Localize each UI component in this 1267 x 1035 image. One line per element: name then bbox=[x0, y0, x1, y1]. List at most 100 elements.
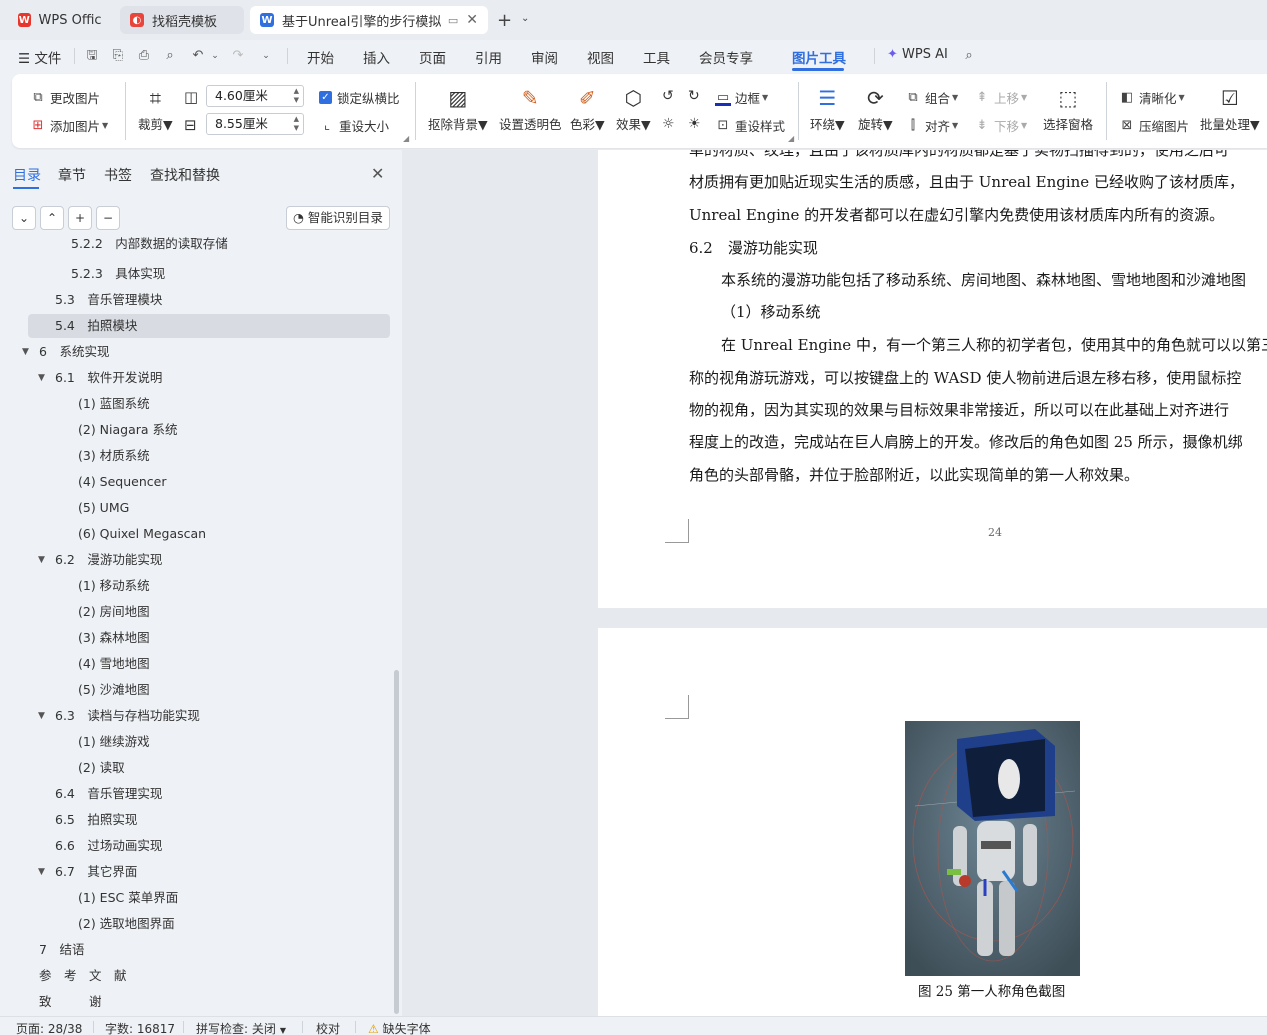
expand-triangle-icon[interactable]: ▼ bbox=[38, 860, 45, 884]
toc-item[interactable]: (2) 选取地图界面 bbox=[78, 912, 175, 936]
toc-item[interactable]: ▼ 6.3 读档与存档功能实现 bbox=[38, 704, 200, 728]
toc-item-selected[interactable]: 5.4 拍照模块 bbox=[55, 314, 137, 338]
toc-item[interactable]: (2) 房间地图 bbox=[78, 600, 150, 624]
remove-heading-button[interactable]: − bbox=[96, 206, 120, 230]
close-icon[interactable]: ✕ bbox=[371, 164, 384, 183]
nav-tab-sections[interactable]: 章节 bbox=[58, 165, 86, 185]
change-image-button[interactable]: ⧉ 更改图片 bbox=[30, 88, 100, 107]
rotate-left-icon[interactable]: ↺ bbox=[662, 88, 674, 104]
toc-item[interactable]: (2) 读取 bbox=[78, 756, 125, 780]
toc-item[interactable]: ▼ 6.2 漫游功能实现 bbox=[38, 548, 162, 572]
expand-triangle-icon[interactable]: ▼ bbox=[38, 548, 45, 572]
toc-item[interactable]: (1) 移动系统 bbox=[78, 574, 150, 598]
width-input[interactable]: 4.60厘米 ▲ ▼ bbox=[206, 85, 304, 107]
menu-tools[interactable]: 工具 bbox=[643, 47, 670, 67]
dialog-launcher-icon[interactable]: ◢ bbox=[788, 134, 794, 143]
wps-ai-button[interactable]: ✦ WPS AI bbox=[887, 47, 948, 62]
remove-background-button[interactable]: ▨ 抠除背景▼ bbox=[428, 86, 488, 133]
toc-item[interactable]: (1) ESC 菜单界面 bbox=[78, 886, 178, 910]
tab-docer[interactable]: ◐ 找稻壳模板 bbox=[120, 6, 244, 34]
toc-item[interactable]: (4) Sequencer bbox=[78, 470, 166, 494]
menu-insert[interactable]: 插入 bbox=[363, 47, 390, 67]
wrap-button[interactable]: ☰ 环绕▼ bbox=[810, 86, 845, 133]
compress-image-button[interactable]: ⊠ 压缩图片 bbox=[1119, 116, 1189, 135]
file-menu[interactable]: ☰ 文件 bbox=[18, 47, 61, 67]
toc-item[interactable]: 6.4 音乐管理实现 bbox=[55, 782, 162, 806]
set-transparent-button[interactable]: ✎ 设置透明色 bbox=[499, 86, 562, 133]
toc-item[interactable]: (4) 雪地地图 bbox=[78, 652, 150, 676]
menu-member[interactable]: 会员专享 bbox=[699, 47, 753, 67]
toc-item[interactable]: ▼ 6 系统实现 bbox=[22, 340, 109, 364]
spell-check-toggle[interactable]: 拼写检查: 关闭 ▼ bbox=[196, 1020, 286, 1035]
nav-tab-bookmarks[interactable]: 书签 bbox=[104, 165, 132, 185]
search-icon[interactable]: ⌕ bbox=[961, 48, 977, 64]
menu-picture-tools[interactable]: 图片工具 bbox=[792, 47, 846, 67]
print-icon[interactable]: ⎙ bbox=[136, 48, 152, 64]
monitor-icon[interactable]: ▭ bbox=[448, 14, 458, 27]
word-count[interactable]: 字数: 16817 bbox=[105, 1020, 175, 1035]
group-button[interactable]: ⧉ 组合 ▼ bbox=[905, 88, 958, 107]
tab-document[interactable]: W 基于Unreal引擎的步行模拟器 ▭ ✕ bbox=[250, 6, 488, 34]
crop-button[interactable]: ⌗ 裁剪▼ bbox=[138, 86, 173, 133]
reset-size-button[interactable]: ⌞ 重设大小 bbox=[319, 116, 389, 135]
print-preview-icon[interactable]: ⌕ bbox=[162, 48, 178, 64]
toc-item[interactable]: (3) 材质系统 bbox=[78, 444, 150, 468]
expand-down-button[interactable]: ⌄ bbox=[12, 206, 36, 230]
menu-reference[interactable]: 引用 bbox=[475, 47, 502, 67]
tab-wps-office[interactable]: W WPS Office bbox=[8, 6, 112, 34]
redo-icon[interactable]: ↷ bbox=[230, 48, 246, 64]
toc-scrollbar[interactable] bbox=[394, 670, 399, 1014]
undo-icon[interactable]: ↶ bbox=[190, 48, 206, 64]
brightness-up-icon[interactable]: ☼ bbox=[662, 116, 675, 132]
toc-item[interactable]: 5.3 音乐管理模块 bbox=[55, 288, 162, 312]
move-down-button[interactable]: ⇟ 下移 ▼ bbox=[974, 116, 1028, 135]
spinner-arrows-icon[interactable]: ▲ ▼ bbox=[294, 87, 299, 105]
toc-item[interactable]: 参 考 文 献 bbox=[39, 964, 127, 988]
proofread-button[interactable]: 校对 bbox=[316, 1020, 340, 1035]
align-button[interactable]: ⫿ 对齐 ▼ bbox=[905, 116, 958, 135]
add-heading-button[interactable]: + bbox=[68, 206, 92, 230]
toc-item[interactable]: (6) Quixel Megascan bbox=[78, 522, 206, 546]
add-image-button[interactable]: ⊞ 添加图片 ▼ bbox=[30, 116, 109, 135]
export-icon[interactable]: ⎘ bbox=[110, 48, 126, 64]
expand-triangle-icon[interactable]: ▼ bbox=[38, 366, 45, 390]
page-indicator[interactable]: 页面: 28/38 bbox=[16, 1020, 82, 1035]
toc-item[interactable]: ▼ 6.7 其它界面 bbox=[38, 860, 137, 884]
toc-item[interactable]: 致 谢 bbox=[39, 990, 102, 1014]
toc-item[interactable]: (5) UMG bbox=[78, 496, 129, 520]
toc-item[interactable]: (5) 沙滩地图 bbox=[78, 678, 150, 702]
batch-process-button[interactable]: ☑ 批量处理▼ bbox=[1200, 86, 1260, 133]
lock-ratio-checkbox[interactable]: ✓ 锁定纵横比 bbox=[319, 88, 400, 107]
nav-tab-find-replace[interactable]: 查找和替换 bbox=[150, 165, 220, 185]
character-screenshot-image[interactable] bbox=[905, 721, 1080, 976]
rotate-right-icon[interactable]: ↻ bbox=[688, 88, 700, 104]
new-tab-icon[interactable]: + bbox=[497, 10, 512, 31]
close-icon[interactable]: ✕ bbox=[466, 12, 478, 28]
more-dropdown-icon[interactable]: ⌄ bbox=[258, 48, 274, 64]
missing-font-warning[interactable]: ⚠ 缺失字体 bbox=[368, 1020, 431, 1035]
toc-item[interactable]: 5.2.3 具体实现 bbox=[71, 262, 165, 286]
dialog-launcher-icon[interactable]: ◢ bbox=[403, 134, 409, 143]
reset-style-button[interactable]: ⊡ 重设样式 bbox=[715, 116, 785, 135]
smart-toc-button[interactable]: ◔ 智能识别目录 bbox=[286, 206, 390, 230]
chevron-down-icon[interactable]: ⌄ bbox=[521, 13, 529, 24]
toc-item[interactable]: ▼ 6.1 软件开发说明 bbox=[38, 366, 162, 390]
brightness-down-icon[interactable]: ☀ bbox=[688, 116, 701, 132]
expand-triangle-icon[interactable]: ▼ bbox=[22, 340, 29, 364]
menu-view[interactable]: 视图 bbox=[587, 47, 614, 67]
toc-item[interactable]: (1) 蓝图系统 bbox=[78, 392, 150, 416]
height-input[interactable]: 8.55厘米 ▲ ▼ bbox=[206, 113, 304, 135]
selection-pane-button[interactable]: ⬚ 选择窗格 bbox=[1043, 86, 1093, 133]
sharpen-button[interactable]: ◧ 清晰化 ▼ bbox=[1119, 88, 1185, 107]
border-button[interactable]: ▭ 边框 ▼ bbox=[715, 88, 768, 107]
toc-item[interactable]: 7 结语 bbox=[39, 938, 84, 962]
menu-start[interactable]: 开始 bbox=[307, 47, 334, 67]
toc-item[interactable]: 6.6 过场动画实现 bbox=[55, 834, 162, 858]
toc-item[interactable]: (1) 继续游戏 bbox=[78, 730, 150, 754]
toc-item[interactable]: (2) Niagara 系统 bbox=[78, 418, 178, 442]
spinner-arrows-icon[interactable]: ▲ ▼ bbox=[294, 115, 299, 133]
toc-item[interactable]: (3) 森林地图 bbox=[78, 626, 150, 650]
menu-page[interactable]: 页面 bbox=[419, 47, 446, 67]
nav-tab-toc[interactable]: 目录 bbox=[13, 165, 41, 185]
undo-dropdown-icon[interactable]: ⌄ bbox=[207, 48, 223, 64]
